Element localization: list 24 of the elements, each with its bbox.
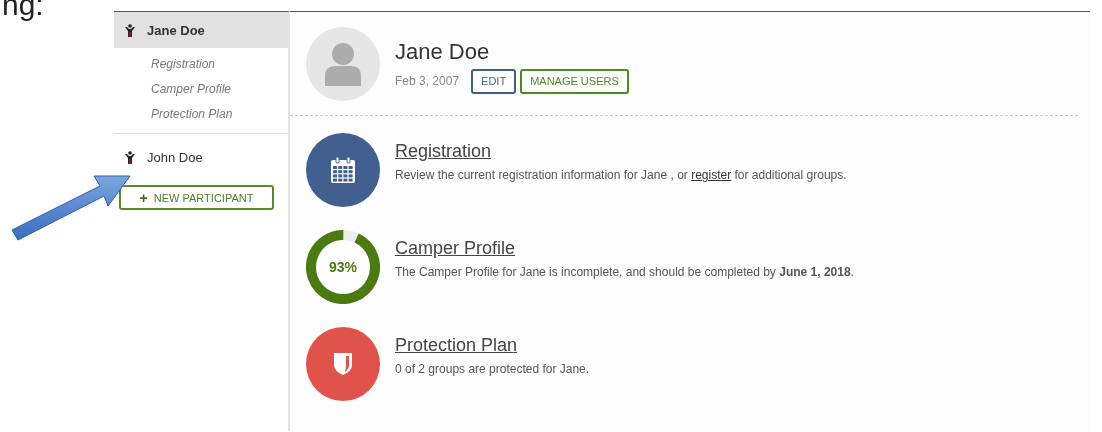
sidebar-subitem[interactable]: Protection Plan: [151, 102, 288, 127]
person-silhouette-icon: [323, 42, 363, 86]
person-icon: [125, 150, 135, 164]
register-link[interactable]: register: [691, 168, 732, 182]
shield-icon: [334, 353, 352, 375]
plus-icon: +: [139, 189, 148, 206]
section-title-link[interactable]: Registration: [395, 141, 492, 162]
manage-users-button[interactable]: MANAGE USERS: [520, 68, 629, 94]
new-participant-button[interactable]: + NEW PARTICIPANT: [119, 185, 274, 210]
section-description: The Camper Profile for Jane is incomplete, and should be completed by June 1, 2018.: [395, 265, 854, 279]
progress-ring: 93%: [306, 230, 380, 304]
person-icon: [125, 23, 135, 37]
birth-date: Feb 3, 2007: [395, 74, 460, 88]
section-description: 0 of 2 groups are protected for Jane.: [395, 362, 590, 376]
sidebar-subitem[interactable]: Camper Profile: [151, 77, 288, 102]
participant-item[interactable]: John Doe: [114, 139, 288, 175]
section-title-link[interactable]: Protection Plan: [395, 335, 518, 356]
section-description: Review the current registration information for Jane , or register for additional groups.: [395, 168, 847, 182]
participant-item[interactable]: Jane Doe: [114, 12, 288, 48]
sidebar-subitem[interactable]: Registration: [151, 52, 288, 77]
participant-name: Jane Doe: [395, 38, 491, 65]
calendar-icon: [331, 157, 355, 183]
edit-button[interactable]: EDIT: [471, 68, 517, 94]
section-title-link[interactable]: Camper Profile: [395, 238, 516, 259]
